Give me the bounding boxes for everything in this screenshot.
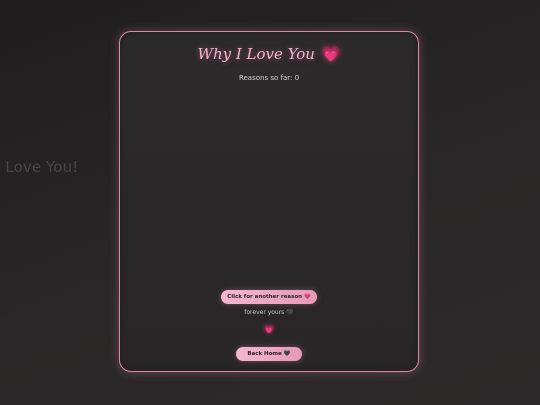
background-love-text: I Love You! bbox=[0, 158, 79, 176]
card-title-text: Why I Love You bbox=[197, 45, 315, 63]
heart-icon: 💗 bbox=[303, 294, 311, 300]
footer-note: forever yours 🖤 bbox=[120, 309, 418, 316]
footer-text: forever yours bbox=[244, 309, 285, 316]
another-reason-label: Click for another reason bbox=[227, 294, 303, 300]
black-heart-icon: 🖤 bbox=[286, 309, 294, 316]
reasons-card: Why I Love You 💗 Reasons so far: 0 Click… bbox=[119, 31, 419, 372]
reasons-counter: Reasons so far: 0 bbox=[120, 74, 418, 82]
counter-label: Reasons so far: bbox=[238, 74, 295, 82]
back-home-button[interactable]: Back Home 🖤 bbox=[236, 347, 302, 361]
card-title: Why I Love You 💗 bbox=[120, 45, 418, 63]
another-reason-button[interactable]: Click for another reason 💗 bbox=[221, 290, 317, 304]
floating-heart-icon: 💗 bbox=[264, 325, 274, 334]
reason-display bbox=[132, 92, 406, 282]
counter-value: 0 bbox=[294, 74, 300, 82]
black-heart-icon: 🖤 bbox=[283, 351, 291, 357]
heart-icon: 💗 bbox=[321, 45, 341, 63]
back-home-label: Back Home bbox=[247, 351, 282, 357]
